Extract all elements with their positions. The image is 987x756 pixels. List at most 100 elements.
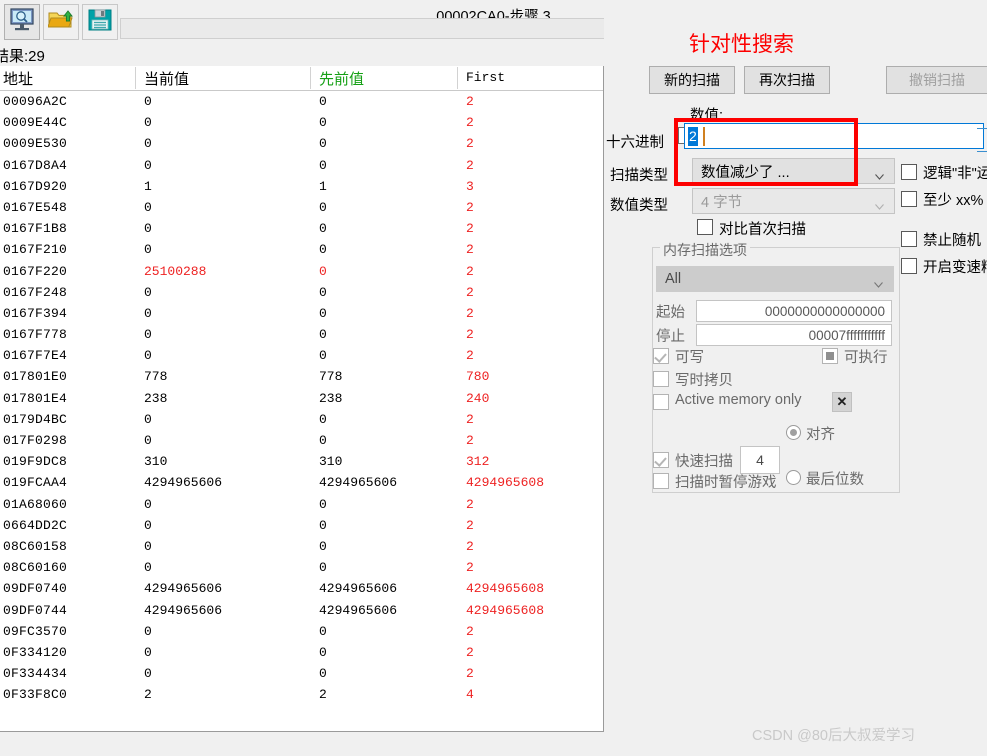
column-header-address[interactable]: 地址 [3,68,33,89]
compare-first-scan-label: 对比首次扫描 [719,222,806,238]
chevron-down-icon [874,276,883,288]
table-row[interactable]: 00096A2C 0 0 2 [0,91,603,112]
compare-first-scan-checkbox[interactable] [697,219,713,235]
undo-scan-button[interactable]: 撤销扫描 [886,66,987,94]
column-header-first[interactable]: First [466,70,505,85]
table-cell: 310 [144,454,168,470]
at-least-percent-label: 至少 xx% [923,193,984,209]
executable-checkbox[interactable] [822,348,838,364]
logical-not-label: 逻辑"非"运 [923,166,987,182]
table-cell: 017801E0 [3,369,68,385]
clear-active-memory-button[interactable]: ✕ [832,392,852,412]
table-row[interactable]: 017801E4 238 238 240 [0,388,603,409]
memory-region-dropdown[interactable]: All [656,266,894,292]
enable-speedhack-checkbox[interactable] [901,258,917,274]
table-header-row: 地址 当前值 先前值 First [0,66,603,91]
table-row[interactable]: 0167F1B8 0 0 2 [0,218,603,239]
table-row[interactable]: 01A68060 0 0 2 [0,494,603,515]
table-row[interactable]: 08C60158 0 0 2 [0,536,603,557]
copy-on-write-checkbox[interactable] [653,371,669,387]
table-cell: 0167F1B8 [3,221,68,237]
scan-results-table[interactable]: 地址 当前值 先前值 First 00096A2C 0 0 2 0009E44C 0 0 2 0… [0,66,604,732]
table-cell: 0 [319,560,327,576]
table-cell: 0 [144,242,152,258]
table-cell: 2 [466,221,474,237]
table-row[interactable]: 0167F778 0 0 2 [0,324,603,345]
table-row[interactable]: 0167F210 0 0 2 [0,239,603,260]
scan-value-input[interactable]: 2 [684,123,984,149]
table-cell: 4294965606 [319,581,398,597]
table-row[interactable]: 019FCAA4 4294965606 4294965606 4294965608 [0,472,603,493]
table-cell: 4294965608 [466,581,545,597]
table-row[interactable]: 09DF0740 4294965606 4294965606 4294965608 [0,578,603,599]
table-cell: 0 [144,115,152,131]
active-memory-only-label: Active memory only [675,392,802,408]
table-cell: 0 [319,496,327,512]
table-cell: 0167F210 [3,242,68,258]
table-cell: 0 [319,157,327,173]
cheat-engine-window: 00002CA0-步骤 3 结果:29 地址 当前值 先前值 First 000… [0,0,987,756]
table-row[interactable]: 0167F220 25100288 0 2 [0,261,603,282]
table-cell: 4294965606 [319,475,398,491]
table-row[interactable]: 0F334434 0 0 2 [0,663,603,684]
new-scan-button[interactable]: 新的扫描 [649,66,735,94]
table-row[interactable]: 0167D8A4 0 0 2 [0,155,603,176]
column-header-current-value[interactable]: 当前值 [144,68,189,89]
stop-address-input[interactable]: 00007fffffffffff [696,324,892,346]
scan-value-text: 2 [688,127,698,146]
table-row[interactable]: 017801E0 778 778 780 [0,366,603,387]
disable-randomization-checkbox[interactable] [901,231,917,247]
table-row[interactable]: 0167F7E4 0 0 2 [0,345,603,366]
pause-game-checkbox[interactable] [653,473,669,489]
table-cell: 0 [319,221,327,237]
table-row[interactable]: 0664DD2C 0 0 2 [0,515,603,536]
edge-divider [977,151,987,152]
table-cell: 0009E44C [3,115,68,131]
table-cell: 0 [319,136,327,152]
table-row[interactable]: 08C60160 0 0 2 [0,557,603,578]
table-row[interactable]: 0167F394 0 0 2 [0,303,603,324]
table-cell: 019FCAA4 [3,475,68,491]
table-row[interactable]: 0167E548 0 0 2 [0,197,603,218]
fast-scan-checkbox[interactable] [653,452,669,468]
value-type-dropdown[interactable]: 4 字节 [692,188,895,214]
table-cell: 0664DD2C [3,517,68,533]
table-row[interactable]: 019F9DC8 310 310 312 [0,451,603,472]
alignment-input[interactable]: 4 [740,446,780,474]
table-cell: 09FC3570 [3,623,68,639]
next-scan-button[interactable]: 再次扫描 [744,66,830,94]
table-cell: 0167F394 [3,305,68,321]
table-cell: 0 [319,433,327,448]
table-cell: 4294965606 [319,602,398,618]
column-header-previous-value[interactable]: 先前值 [319,68,364,89]
table-row[interactable]: 0009E44C 0 0 2 [0,112,603,133]
table-row[interactable]: 09FC3570 0 0 2 [0,621,603,642]
alignment-radio[interactable] [786,425,801,440]
table-row[interactable]: 017F0298 0 0 2 [0,430,603,451]
table-row[interactable]: 0167F248 0 0 2 [0,282,603,303]
table-cell: 0 [319,327,327,343]
table-cell: 4294965606 [144,581,223,597]
active-memory-only-checkbox[interactable] [653,394,669,410]
table-row[interactable]: 0167D920 1 1 3 [0,176,603,197]
table-cell: 4294965606 [144,602,223,618]
watermark-text: CSDN @80后大叔爱学习 [752,728,915,744]
table-cell: 0 [319,199,327,215]
at-least-percent-checkbox[interactable] [901,191,917,207]
start-address-input[interactable]: 0000000000000000 [696,300,892,322]
value-label: 数值: [690,108,724,124]
scan-type-dropdown[interactable]: 数值减少了 ... [692,158,895,184]
table-row[interactable]: 0F33F8C0 2 2 4 [0,684,603,705]
table-cell: 2 [466,199,474,215]
table-cell: 0 [319,94,327,109]
last-digits-radio[interactable] [786,470,801,485]
table-row[interactable]: 0009E530 0 0 2 [0,133,603,154]
logical-not-checkbox[interactable] [901,164,917,180]
writable-checkbox[interactable] [653,348,669,364]
table-row[interactable]: 09DF0744 4294965606 4294965606 4294965608 [0,600,603,621]
hex-label: 十六进制 [606,135,664,151]
table-cell: 0 [144,560,152,576]
table-row[interactable]: 0F334120 0 0 2 [0,642,603,663]
table-row[interactable]: 0179D4BC 0 0 2 [0,409,603,430]
table-cell: 312 [466,454,490,470]
